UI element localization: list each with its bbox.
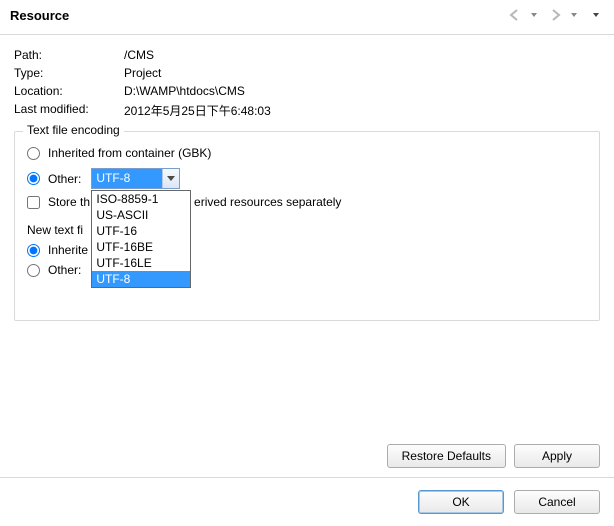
path-label: Path: <box>14 46 124 64</box>
encoding-inherited-radio[interactable] <box>27 147 40 160</box>
encoding-dropdown-item[interactable]: UTF-16LE <box>92 255 190 271</box>
linedelim-legend-partial: New text fi <box>27 223 83 237</box>
type-label: Type: <box>14 64 124 82</box>
encoding-dropdown-item[interactable]: UTF-8 <box>92 271 190 287</box>
location-label: Location: <box>14 82 124 100</box>
header: Resource <box>0 0 614 35</box>
resource-meta-table: Path: /CMS Type: Project Location: D:\WA… <box>14 46 275 121</box>
encoding-dropdown-item[interactable]: UTF-16 <box>92 223 190 239</box>
linedelim-other-radio[interactable] <box>27 264 40 277</box>
path-value: /CMS <box>124 46 275 64</box>
encoding-inherited-label: Inherited from container (GBK) <box>48 146 211 160</box>
lastmod-label: Last modified: <box>14 100 124 121</box>
page-title: Resource <box>10 8 69 23</box>
encoding-other-label: Other: <box>48 172 81 186</box>
encoding-dropdown[interactable]: ISO-8859-1US-ASCIIUTF-16UTF-16BEUTF-16LE… <box>91 190 191 288</box>
forward-icon[interactable] <box>546 6 564 24</box>
linedelim-other-label: Other: <box>48 263 81 277</box>
view-menu-icon[interactable] <box>586 6 604 24</box>
encoding-combo[interactable]: UTF-8 ISO-8859-1US-ASCIIUTF-16UTF-16BEUT… <box>91 168 180 189</box>
cancel-button[interactable]: Cancel <box>514 490 600 514</box>
back-menu-icon[interactable] <box>524 6 542 24</box>
dialog-button-bar: OK Cancel <box>0 477 614 526</box>
location-value: D:\WAMP\htdocs\CMS <box>124 82 275 100</box>
encoding-dropdown-item[interactable]: US-ASCII <box>92 207 190 223</box>
type-value: Project <box>124 64 275 82</box>
encoding-dropdown-item[interactable]: UTF-16BE <box>92 239 190 255</box>
encoding-other-radio[interactable] <box>27 172 40 185</box>
encoding-other-row[interactable]: Other: UTF-8 ISO-8859-1US-ASCIIUTF-16UTF… <box>27 168 587 189</box>
linedelim-inherited-label-a: Inherite <box>48 243 88 257</box>
content-body: Path: /CMS Type: Project Location: D:\WA… <box>0 34 614 333</box>
encoding-inherited-row[interactable]: Inherited from container (GBK) <box>27 146 587 160</box>
restore-defaults-button[interactable]: Restore Defaults <box>387 444 506 468</box>
encoding-legend: Text file encoding <box>23 123 124 137</box>
store-derived-checkbox[interactable] <box>27 196 40 209</box>
encoding-groupbox: Text file encoding Inherited from contai… <box>14 131 600 321</box>
encoding-dropdown-item[interactable]: ISO-8859-1 <box>92 191 190 207</box>
back-icon[interactable] <box>506 6 524 24</box>
restore-apply-bar: Restore Defaults Apply <box>0 436 614 476</box>
encoding-combo-button[interactable] <box>162 169 179 188</box>
ok-button[interactable]: OK <box>418 490 504 514</box>
store-derived-label-b: erived resources separately <box>194 195 341 209</box>
linedelim-inherited-radio[interactable] <box>27 244 40 257</box>
header-nav-icons <box>506 6 604 24</box>
forward-menu-icon[interactable] <box>564 6 582 24</box>
lastmod-value: 2012年5月25日下午6:48:03 <box>124 100 275 121</box>
apply-button[interactable]: Apply <box>514 444 600 468</box>
store-derived-label-a: Store th <box>48 195 90 209</box>
encoding-combo-value[interactable]: UTF-8 <box>92 169 162 188</box>
